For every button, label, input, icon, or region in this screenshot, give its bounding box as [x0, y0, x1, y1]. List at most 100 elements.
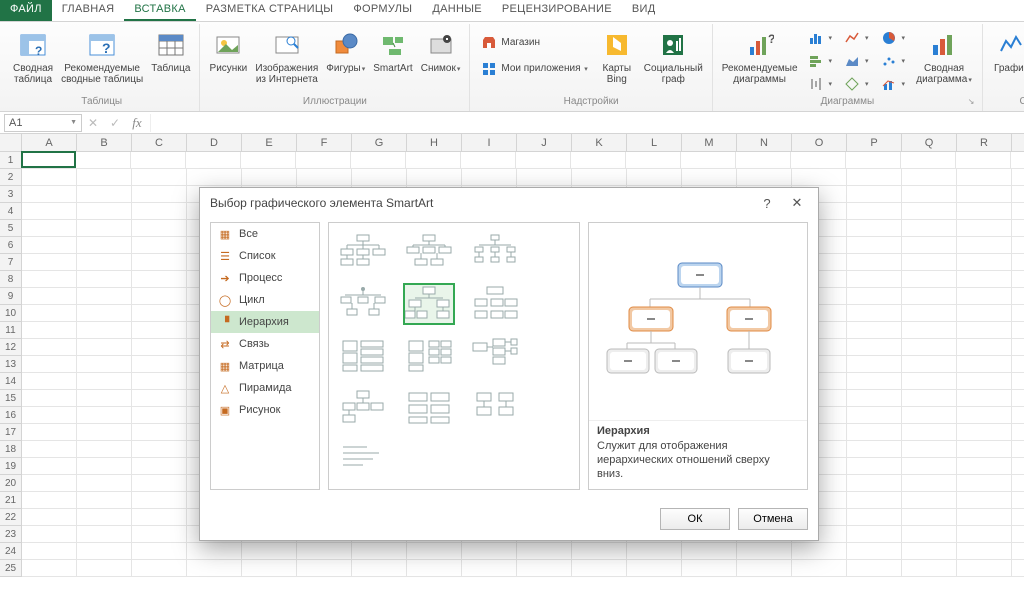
- row-header[interactable]: 14: [0, 373, 22, 390]
- row-header[interactable]: 19: [0, 458, 22, 475]
- cell[interactable]: [22, 407, 77, 424]
- cell[interactable]: [132, 305, 187, 322]
- cell[interactable]: [627, 560, 682, 577]
- cell[interactable]: [847, 475, 902, 492]
- cell[interactable]: [571, 152, 626, 169]
- category-item[interactable]: ▝Иерархия: [211, 311, 319, 333]
- gallery-item[interactable]: [337, 231, 389, 273]
- cell[interactable]: [77, 305, 132, 322]
- cell[interactable]: [242, 560, 297, 577]
- cell[interactable]: [902, 237, 957, 254]
- cell[interactable]: [22, 560, 77, 577]
- tab-home[interactable]: ГЛАВНАЯ: [52, 0, 125, 21]
- cell[interactable]: [77, 186, 132, 203]
- cell[interactable]: [847, 356, 902, 373]
- chart-bar-button[interactable]: ▾: [803, 51, 838, 71]
- cell[interactable]: [77, 271, 132, 288]
- cell[interactable]: [847, 424, 902, 441]
- cell[interactable]: [77, 407, 132, 424]
- cell[interactable]: [902, 526, 957, 543]
- gallery-item[interactable]: [469, 387, 521, 429]
- cell[interactable]: [351, 152, 406, 169]
- cell[interactable]: [21, 151, 76, 168]
- cell[interactable]: [847, 339, 902, 356]
- cell[interactable]: [22, 424, 77, 441]
- screenshot-button[interactable]: Снимок▾: [418, 26, 464, 88]
- cell[interactable]: [187, 560, 242, 577]
- chart-surface-button[interactable]: ▾: [839, 74, 874, 94]
- row-header[interactable]: 11: [0, 322, 22, 339]
- cell[interactable]: [957, 441, 1012, 458]
- recommended-charts-button[interactable]: ? Рекомендуемые диаграммы: [719, 26, 801, 94]
- cell[interactable]: [957, 509, 1012, 526]
- cell[interactable]: [22, 526, 77, 543]
- chart-combo-button[interactable]: ▾: [876, 74, 911, 94]
- dialog-close-button[interactable]: ✕: [782, 192, 812, 214]
- enter-formula-button[interactable]: ✓: [104, 114, 126, 132]
- gallery-item[interactable]: [469, 335, 521, 377]
- cell[interactable]: [242, 543, 297, 560]
- cell[interactable]: [627, 169, 682, 186]
- cell[interactable]: [902, 339, 957, 356]
- chart-stock-button[interactable]: ▾: [803, 74, 838, 94]
- cell[interactable]: [22, 169, 77, 186]
- cell[interactable]: [517, 543, 572, 560]
- cell[interactable]: [572, 543, 627, 560]
- cell[interactable]: [956, 152, 1011, 169]
- cell[interactable]: [407, 560, 462, 577]
- cell[interactable]: [792, 560, 847, 577]
- gallery-item[interactable]: [403, 283, 455, 325]
- cell[interactable]: [517, 169, 572, 186]
- cell[interactable]: [462, 169, 517, 186]
- row-header[interactable]: 18: [0, 441, 22, 458]
- cell[interactable]: [902, 390, 957, 407]
- cell[interactable]: [847, 203, 902, 220]
- row-header[interactable]: 23: [0, 526, 22, 543]
- dialog-titlebar[interactable]: Выбор графического элемента SmartArt ? ✕: [200, 188, 818, 218]
- chart-column-button[interactable]: ▾: [803, 28, 838, 48]
- tab-formulas[interactable]: ФОРМУЛЫ: [343, 0, 422, 21]
- cell[interactable]: [22, 390, 77, 407]
- row-header[interactable]: 5: [0, 220, 22, 237]
- cell[interactable]: [847, 526, 902, 543]
- chart-pie-button[interactable]: ▾: [876, 28, 911, 48]
- name-box[interactable]: A1 ▼: [4, 114, 82, 132]
- cell[interactable]: [847, 492, 902, 509]
- cell[interactable]: [22, 220, 77, 237]
- cell[interactable]: [902, 492, 957, 509]
- gallery-item[interactable]: [403, 387, 455, 429]
- column-header[interactable]: K: [572, 134, 627, 151]
- cell[interactable]: [902, 373, 957, 390]
- cell[interactable]: [462, 543, 517, 560]
- cell[interactable]: [22, 441, 77, 458]
- cell[interactable]: [132, 543, 187, 560]
- gallery-item[interactable]: [469, 283, 521, 325]
- cell[interactable]: [902, 509, 957, 526]
- cell[interactable]: [902, 458, 957, 475]
- chart-line-button[interactable]: ▾: [839, 28, 874, 48]
- cell[interactable]: [847, 254, 902, 271]
- cell[interactable]: [242, 169, 297, 186]
- cell[interactable]: [132, 458, 187, 475]
- cell[interactable]: [902, 475, 957, 492]
- cell[interactable]: [22, 322, 77, 339]
- cell[interactable]: [791, 152, 846, 169]
- bing-maps-button[interactable]: Карты Bing: [595, 26, 639, 88]
- column-header[interactable]: Q: [902, 134, 957, 151]
- column-header[interactable]: C: [132, 134, 187, 151]
- online-pictures-button[interactable]: Изображения из Интернета: [252, 26, 321, 88]
- cell[interactable]: [901, 152, 956, 169]
- cell[interactable]: [902, 424, 957, 441]
- chart-area-button[interactable]: ▾: [839, 51, 874, 71]
- row-header[interactable]: 13: [0, 356, 22, 373]
- cell[interactable]: [847, 305, 902, 322]
- cell[interactable]: [77, 543, 132, 560]
- column-header[interactable]: P: [847, 134, 902, 151]
- select-all-triangle[interactable]: [0, 134, 22, 151]
- cell[interactable]: [22, 237, 77, 254]
- category-item[interactable]: ➔Процесс: [211, 267, 319, 289]
- cell[interactable]: [957, 322, 1012, 339]
- cell[interactable]: [847, 237, 902, 254]
- column-header[interactable]: H: [407, 134, 462, 151]
- cell[interactable]: [572, 560, 627, 577]
